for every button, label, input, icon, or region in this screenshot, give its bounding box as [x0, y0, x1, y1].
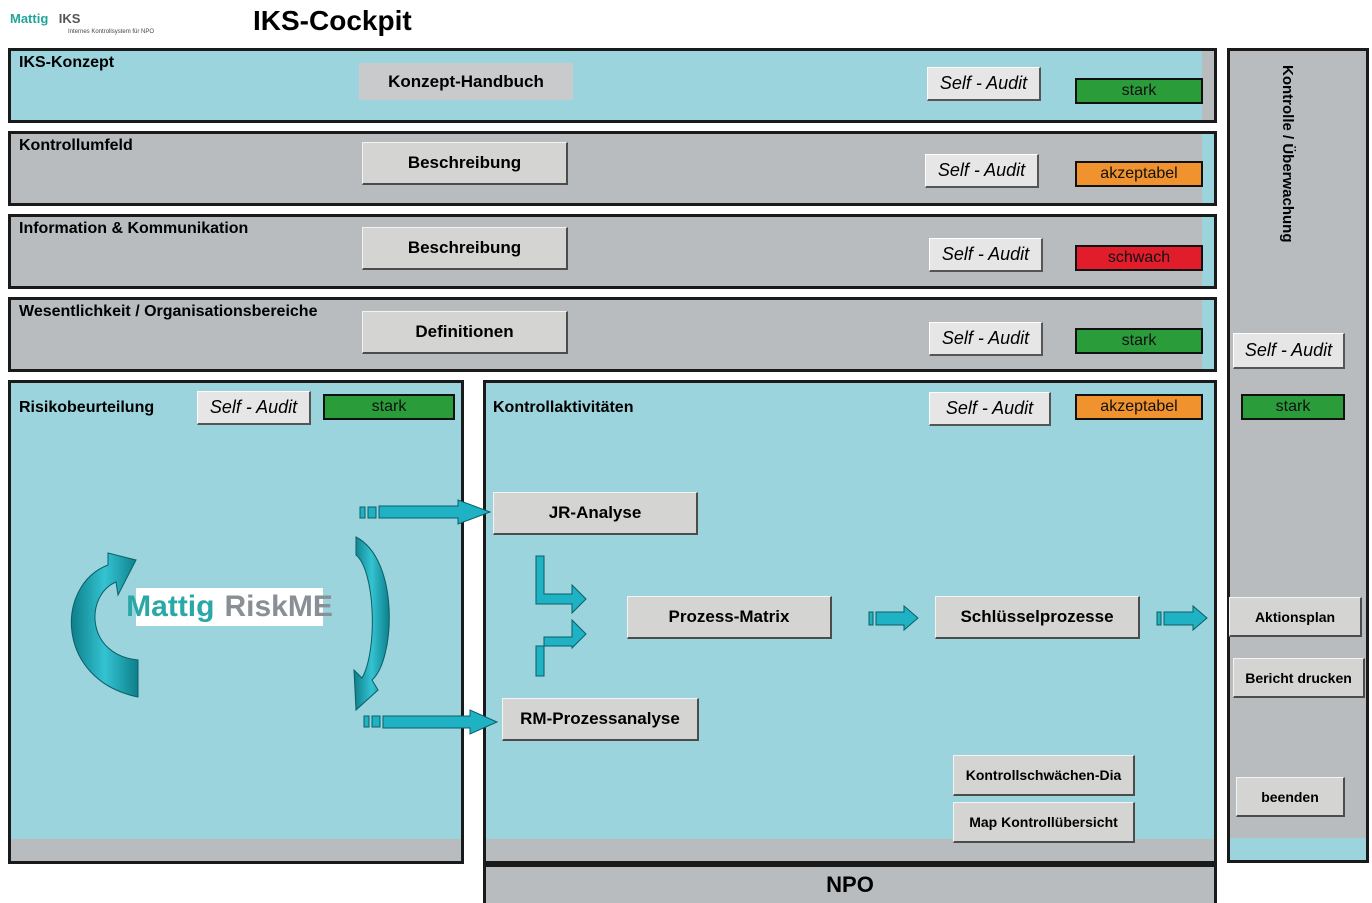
arrow-right-icon [363, 709, 499, 735]
elbow-arrow-icon [535, 618, 587, 677]
jr-analyse-button[interactable]: JR-Analyse [493, 492, 698, 535]
arrow-right-icon [868, 604, 919, 632]
arrow-right-icon [359, 499, 492, 525]
schluesselprozesse-button[interactable]: Schlüsselprozesse [935, 596, 1140, 639]
riskme-logo-right: RiskME [224, 590, 333, 623]
riskme-logo-left: Mattig [126, 590, 215, 623]
cycle-arrow-right-icon [353, 536, 390, 712]
npo-footer: NPO [483, 864, 1217, 903]
elbow-arrow-icon [535, 555, 587, 615]
arrow-right-icon [1156, 604, 1208, 632]
flow-arrows [70, 499, 1208, 735]
prozess-matrix-button[interactable]: Prozess-Matrix [627, 596, 832, 639]
rm-prozessanalyse-button[interactable]: RM-Prozessanalyse [502, 698, 699, 741]
kontrollschwaechen-dia-button[interactable]: Kontrollschwächen-Dia [953, 755, 1135, 796]
map-kontrolluebersicht-button[interactable]: Map Kontrollübersicht [953, 802, 1135, 843]
cycle-arrow-left-icon [70, 552, 139, 698]
riskme-logo: Mattig RiskME [126, 588, 333, 626]
